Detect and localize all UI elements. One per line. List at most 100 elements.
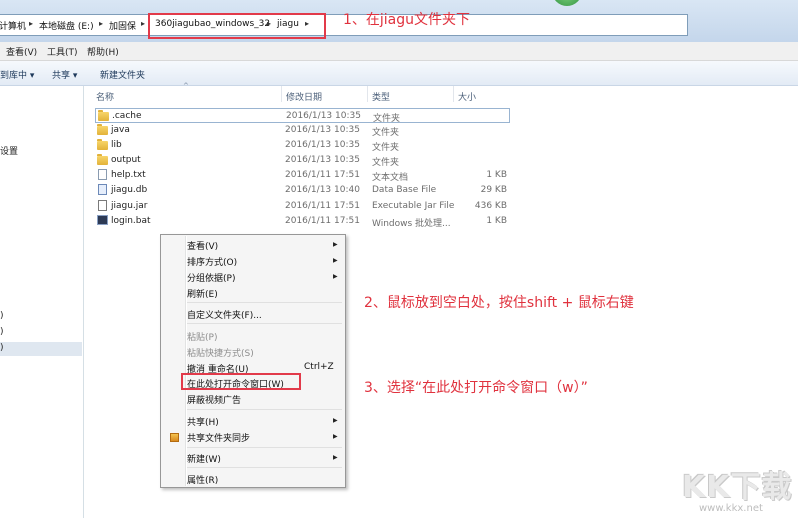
breadcrumb-computer[interactable]: 计算机 — [0, 19, 26, 32]
shortcut-undo: Ctrl+Z — [304, 362, 334, 372]
breadcrumb-separator-icon[interactable]: ▸ — [141, 19, 145, 28]
file-date: 2016/1/11 17:51 — [285, 216, 360, 226]
file-name: output — [111, 155, 141, 165]
file-date: 2016/1/13 10:35 — [285, 125, 360, 135]
file-type: 文件夹 — [372, 143, 400, 153]
column-divider[interactable] — [367, 86, 368, 102]
submenu-arrow-icon: ▶ — [333, 241, 338, 248]
menu-item-view[interactable]: 查看(V) — [187, 239, 218, 252]
submenu-arrow-icon: ▶ — [333, 433, 338, 440]
file-name: jiagu.jar — [111, 201, 148, 211]
file-name: .cache — [112, 111, 142, 121]
column-header-size[interactable]: 大小 — [458, 90, 476, 103]
batch-file-icon — [97, 215, 108, 225]
menu-item-block-video-ads[interactable]: 屏蔽视频广告 — [187, 393, 241, 406]
nav-item[interactable]: ) — [0, 311, 4, 321]
file-type: 文本文档 — [372, 173, 409, 183]
sync-icon — [170, 433, 179, 442]
menu-item-group-by[interactable]: 分组依据(P) — [187, 271, 235, 284]
file-type: Executable Jar File — [372, 201, 455, 211]
submenu-arrow-icon: ▶ — [333, 454, 338, 461]
file-name: help.txt — [111, 170, 146, 180]
menu-item-paste-shortcut[interactable]: 粘贴快捷方式(S) — [187, 346, 254, 359]
toolbar: 到库中 ▾ 共享 ▾ 新建文件夹 — [0, 61, 798, 86]
column-divider[interactable] — [453, 86, 454, 102]
file-type: 文件夹 — [372, 128, 400, 138]
file-date: 2016/1/13 10:40 — [285, 185, 360, 195]
menu-item-new[interactable]: 新建(W) — [187, 452, 221, 465]
text-file-icon — [98, 169, 107, 180]
watermark-logo: KK下载 — [682, 470, 793, 505]
file-type: 文件夹 — [372, 158, 400, 168]
breadcrumb-local-disk[interactable]: 本地磁盘 (E:) — [39, 19, 94, 32]
menu-item-shared-folder-sync[interactable]: 共享文件夹同步 — [187, 431, 250, 444]
menu-separator — [187, 302, 342, 303]
submenu-arrow-icon: ▶ — [333, 273, 338, 280]
file-name: jiagu.db — [111, 185, 148, 195]
file-date: 2016/1/13 10:35 — [285, 140, 360, 150]
file-row[interactable]: .cache 2016/1/13 10:35 文件夹 — [95, 108, 510, 124]
breadcrumb-separator-icon[interactable]: ▸ — [99, 19, 103, 28]
annotation-step2: 2、鼠标放到空白处，按住shift + 鼠标右键 — [364, 295, 634, 311]
folder-icon — [97, 154, 108, 165]
submenu-arrow-icon: ▶ — [333, 417, 338, 424]
file-row[interactable]: output 2016/1/13 10:35 文件夹 — [95, 153, 510, 168]
menu-separator — [187, 409, 342, 410]
folder-icon — [97, 139, 108, 150]
include-in-library-button[interactable]: 到库中 ▾ — [0, 68, 34, 81]
menu-item-properties[interactable]: 属性(R) — [187, 473, 218, 486]
sort-indicator-icon: ^ — [183, 82, 189, 90]
new-folder-button[interactable]: 新建文件夹 — [100, 68, 145, 81]
file-size: 436 KB — [474, 201, 507, 211]
file-row[interactable]: java 2016/1/13 10:35 文件夹 — [95, 123, 510, 138]
file-row[interactable]: jiagu.db 2016/1/13 10:40 Data Base File … — [95, 183, 510, 198]
column-header-date[interactable]: 修改日期 — [286, 90, 322, 103]
share-button[interactable]: 共享 ▾ — [52, 68, 77, 81]
file-size: 29 KB — [480, 185, 507, 195]
file-date: 2016/1/13 10:35 — [286, 111, 361, 121]
file-date: 2016/1/11 17:51 — [285, 170, 360, 180]
menu-item-sort-by[interactable]: 排序方式(O) — [187, 255, 237, 268]
menu-bar: 查看(V) 工具(T) 帮助(H) — [0, 42, 798, 61]
nav-item[interactable]: ) — [0, 327, 4, 337]
column-header-type[interactable]: 类型 — [372, 90, 390, 103]
file-name: lib — [111, 140, 122, 150]
menu-item-share-with[interactable]: 共享(H) — [187, 415, 219, 428]
annotation-highlight-box — [181, 373, 301, 390]
folder-icon — [97, 124, 108, 135]
folder-icon — [98, 110, 109, 121]
menu-separator — [187, 467, 342, 468]
breadcrumb-separator-icon[interactable]: ▸ — [29, 19, 33, 28]
column-header-name[interactable]: 名称 — [96, 90, 114, 103]
file-row[interactable]: jiagu.jar 2016/1/11 17:51 Executable Jar… — [95, 199, 510, 214]
nav-item-selected[interactable]: ) — [0, 342, 82, 356]
nav-item[interactable]: ) — [0, 343, 4, 353]
file-name: login.bat — [111, 216, 151, 226]
file-row[interactable]: login.bat 2016/1/11 17:51 Windows 批处理...… — [95, 214, 510, 229]
menu-help[interactable]: 帮助(H) — [87, 45, 119, 58]
column-divider[interactable] — [281, 86, 282, 102]
nav-item-settings[interactable]: 设置 — [0, 144, 18, 157]
jar-file-icon — [98, 200, 107, 211]
menu-separator — [187, 323, 342, 324]
menu-item-refresh[interactable]: 刷新(E) — [187, 287, 218, 300]
submenu-arrow-icon: ▶ — [333, 257, 338, 264]
watermark-url: www.kkx.net — [699, 503, 763, 514]
file-row[interactable]: lib 2016/1/13 10:35 文件夹 — [95, 138, 510, 153]
menu-item-paste[interactable]: 粘贴(P) — [187, 330, 217, 343]
file-date: 2016/1/13 10:35 — [285, 155, 360, 165]
annotation-step1: 1、在jiagu文件夹下 — [343, 12, 471, 28]
file-type: Data Base File — [372, 185, 437, 195]
menu-tools[interactable]: 工具(T) — [47, 45, 78, 58]
file-size: 1 KB — [486, 170, 507, 180]
file-type: Windows 批处理... — [372, 219, 451, 229]
navigation-pane[interactable]: 设置 ) ) ) — [0, 86, 84, 518]
breadcrumb-jiagubao[interactable]: 加固保 — [109, 19, 136, 32]
context-menu: 查看(V) ▶ 排序方式(O) ▶ 分组依据(P) ▶ 刷新(E) 自定义文件夹… — [160, 234, 346, 488]
annotation-highlight-box — [148, 13, 326, 39]
file-row[interactable]: help.txt 2016/1/11 17:51 文本文档 1 KB — [95, 168, 510, 183]
menu-separator — [187, 447, 342, 448]
menu-view[interactable]: 查看(V) — [6, 45, 37, 58]
file-date: 2016/1/11 17:51 — [285, 201, 360, 211]
menu-item-customize-folder[interactable]: 自定义文件夹(F)... — [187, 308, 262, 321]
